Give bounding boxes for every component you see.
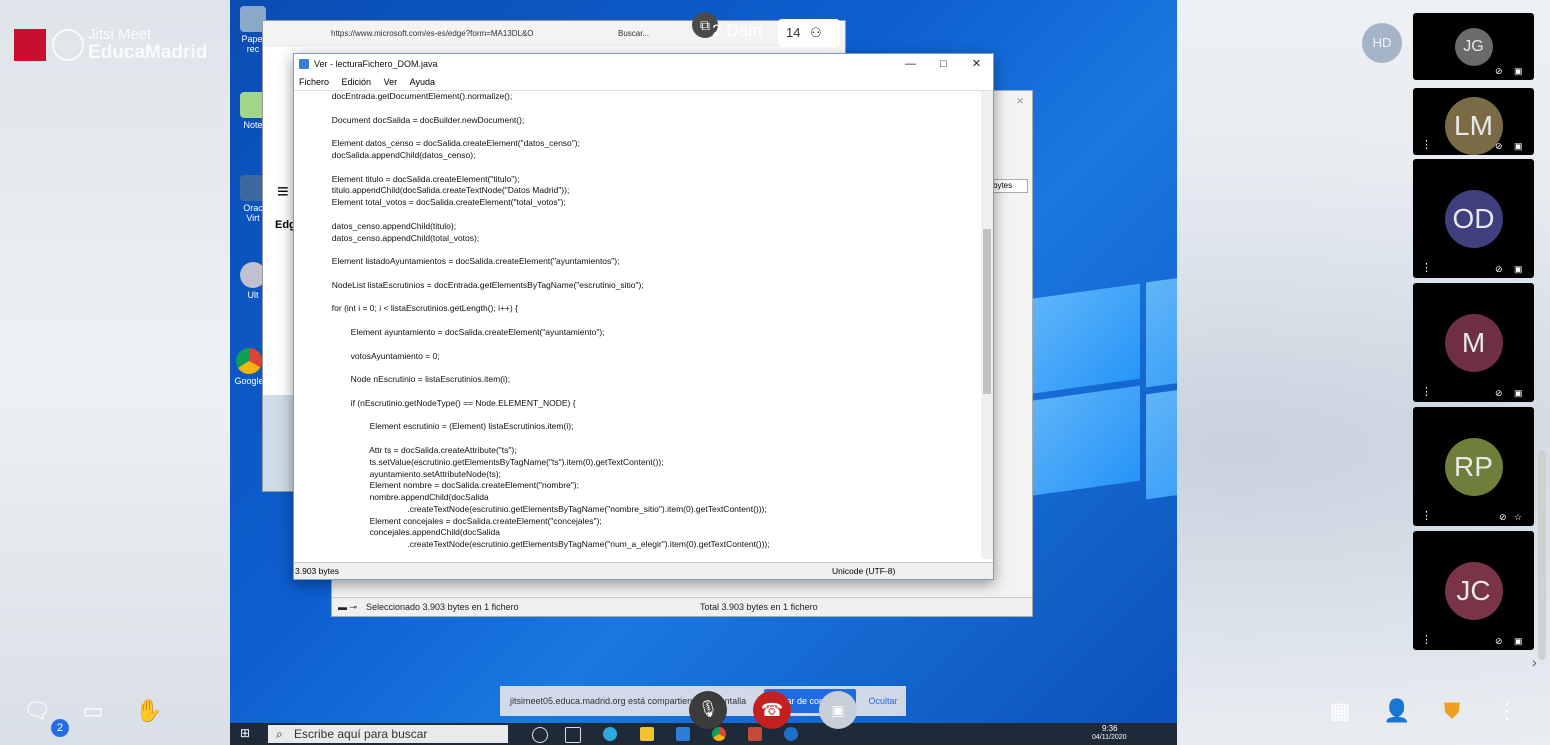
participant-count[interactable]: 14 ⚇ xyxy=(778,19,840,47)
taskbar-search[interactable]: ⌕ Escribe aquí para buscar xyxy=(268,725,508,743)
mic-off-icon: ⊘ xyxy=(1495,141,1503,151)
brand-line1: Jitsi Meet xyxy=(88,26,152,43)
bytes-select[interactable]: bytes xyxy=(990,179,1028,193)
disk-icon: ▬ ⊸ xyxy=(338,602,358,612)
camera-off-icon: ▣ xyxy=(831,702,845,718)
minimize-button[interactable]: — xyxy=(894,54,927,74)
avatar: OD xyxy=(1444,189,1503,248)
task-view-icon[interactable] xyxy=(565,727,581,743)
more-options-icon[interactable]: ⋮ xyxy=(1421,635,1432,646)
participants-icon: ⚇ xyxy=(810,25,822,40)
more-options-icon[interactable]: ⋮ xyxy=(1421,140,1432,151)
mic-off-icon: ⊘ xyxy=(1495,388,1503,398)
menu-fichero[interactable]: Fichero xyxy=(299,77,329,87)
ie-taskbar-icon[interactable] xyxy=(784,727,798,741)
camera-off-icon: ▣ xyxy=(1514,636,1523,646)
raise-hand-icon[interactable]: ✋ xyxy=(134,696,164,726)
participant-tile[interactable]: LM ⋮ ⊘ ▣ xyxy=(1413,88,1534,155)
code-editor[interactable]: docEntrada.getDocumentElement().normaliz… xyxy=(294,91,980,559)
star-icon[interactable]: ☆ xyxy=(1514,512,1526,522)
mic-off-icon: 🎙 xyxy=(697,701,719,718)
edge-taskbar-icon[interactable] xyxy=(603,727,617,741)
menu-edicion[interactable]: Edición xyxy=(342,77,372,87)
security-icon[interactable]: ⛊ xyxy=(1437,696,1467,726)
room-name: 2 Dam xyxy=(712,21,763,40)
avatar: LM xyxy=(1444,97,1503,155)
scrollbar-thumb[interactable] xyxy=(983,229,991,394)
participant-tile[interactable]: JC ⋮ ⊘ ▣ xyxy=(1413,531,1534,650)
avatar: RP xyxy=(1444,437,1503,496)
mic-off-icon: ⊘ xyxy=(1499,512,1507,522)
clock-time[interactable]: 9:36 xyxy=(1102,724,1118,733)
brand-line2: EducaMadrid xyxy=(88,42,208,63)
camera-off-icon: ▣ xyxy=(1514,141,1523,151)
menu-ayuda[interactable]: Ayuda xyxy=(410,77,435,87)
avatar: JG xyxy=(1454,27,1493,66)
windows-start-icon[interactable]: ⊞ xyxy=(240,726,250,740)
search-icon: ⌕ xyxy=(276,727,283,741)
code-text[interactable]: docEntrada.getDocumentElement().normaliz… xyxy=(294,91,980,551)
invite-icon[interactable]: 👤 xyxy=(1382,696,1412,726)
participant-tile[interactable]: OD ⋮ ⊘ ▣ xyxy=(1413,159,1534,278)
file-info-status: ▬ ⊸ Seleccionado 3.903 bytes en 1 ficher… xyxy=(332,597,1032,616)
shared-screen: Papel rec Note Orac Virt Ult Google http… xyxy=(230,0,1177,745)
close-button[interactable]: ✕ xyxy=(960,54,993,74)
maximize-button[interactable]: □ xyxy=(927,54,960,74)
more-icon[interactable]: ⋮ xyxy=(1492,696,1522,726)
app-taskbar-icon[interactable] xyxy=(748,727,762,741)
notepad-window: Ver - lecturaFichero_DOM.java — □ ✕ Fich… xyxy=(293,53,994,580)
windows-logo xyxy=(1020,262,1177,500)
explorer-taskbar-icon[interactable] xyxy=(640,727,654,741)
hangup-icon: ☎ xyxy=(760,700,784,720)
vertical-scrollbar[interactable] xyxy=(981,91,993,559)
notepad-app-icon xyxy=(299,59,309,69)
notepad-title-bar: Ver - lecturaFichero_DOM.java — □ ✕ xyxy=(294,54,993,74)
hangup-button[interactable]: ☎ xyxy=(753,691,791,729)
mail-taskbar-icon[interactable] xyxy=(676,727,690,741)
tile-view-icon[interactable]: ▦ xyxy=(1325,696,1355,726)
mic-off-icon: ⊘ xyxy=(1495,636,1503,646)
mic-toggle-button[interactable]: 🎙 xyxy=(689,691,727,729)
chevron-right-icon[interactable]: › xyxy=(1532,654,1537,670)
camera-off-icon: ▣ xyxy=(1514,264,1523,274)
menu-ver[interactable]: Ver xyxy=(384,77,398,87)
hide-notice-button[interactable]: Ocultar xyxy=(860,686,906,716)
camera-off-icon: ▣ xyxy=(1514,388,1523,398)
camera-toggle-button[interactable]: ▣ xyxy=(819,691,857,729)
avatar: M xyxy=(1444,313,1503,372)
edge-menu-icon[interactable]: ≡ xyxy=(277,181,289,204)
filmstrip-scrollbar[interactable] xyxy=(1538,450,1546,660)
chat-icon[interactable]: 🗨 xyxy=(22,696,52,726)
more-options-icon[interactable]: ⋮ xyxy=(1421,387,1432,398)
comunidad-madrid-logo xyxy=(14,29,46,61)
educamadrid-logo-icon xyxy=(52,29,84,61)
notepad-status-bar: 3.903 bytes Unicode (UTF-8) xyxy=(294,562,993,579)
more-options-icon[interactable]: ⋮ xyxy=(1421,511,1432,522)
camera-off-icon: ▣ xyxy=(1514,66,1523,76)
close-icon[interactable]: × xyxy=(1016,93,1024,108)
notepad-menu-bar: Fichero Edición Ver Ayuda xyxy=(294,74,993,91)
more-options-icon[interactable]: ⋮ xyxy=(1421,263,1432,274)
clock-date[interactable]: 04/11/2020 xyxy=(1092,734,1127,741)
mic-off-icon: ⊘ xyxy=(1495,66,1503,76)
local-avatar[interactable]: HD xyxy=(1362,23,1402,63)
screen-share-icon[interactable]: ▭ xyxy=(78,696,108,726)
desktop-icon-chrome[interactable]: Google xyxy=(234,348,264,386)
participant-tile[interactable]: JG ⊘ ▣ xyxy=(1413,13,1534,80)
avatar: JC xyxy=(1444,561,1503,620)
cortana-icon[interactable] xyxy=(532,727,548,743)
mic-off-icon: ⊘ xyxy=(1495,264,1503,274)
participant-tile[interactable]: M ⋮ ⊘ ▣ xyxy=(1413,283,1534,402)
edge-search-field[interactable]: Buscar... xyxy=(618,21,649,47)
chrome-taskbar-icon[interactable] xyxy=(712,727,726,741)
chat-unread-badge: 2 xyxy=(51,719,69,737)
participant-tile[interactable]: RP ⋮ ⊘ ☆ xyxy=(1413,407,1534,526)
